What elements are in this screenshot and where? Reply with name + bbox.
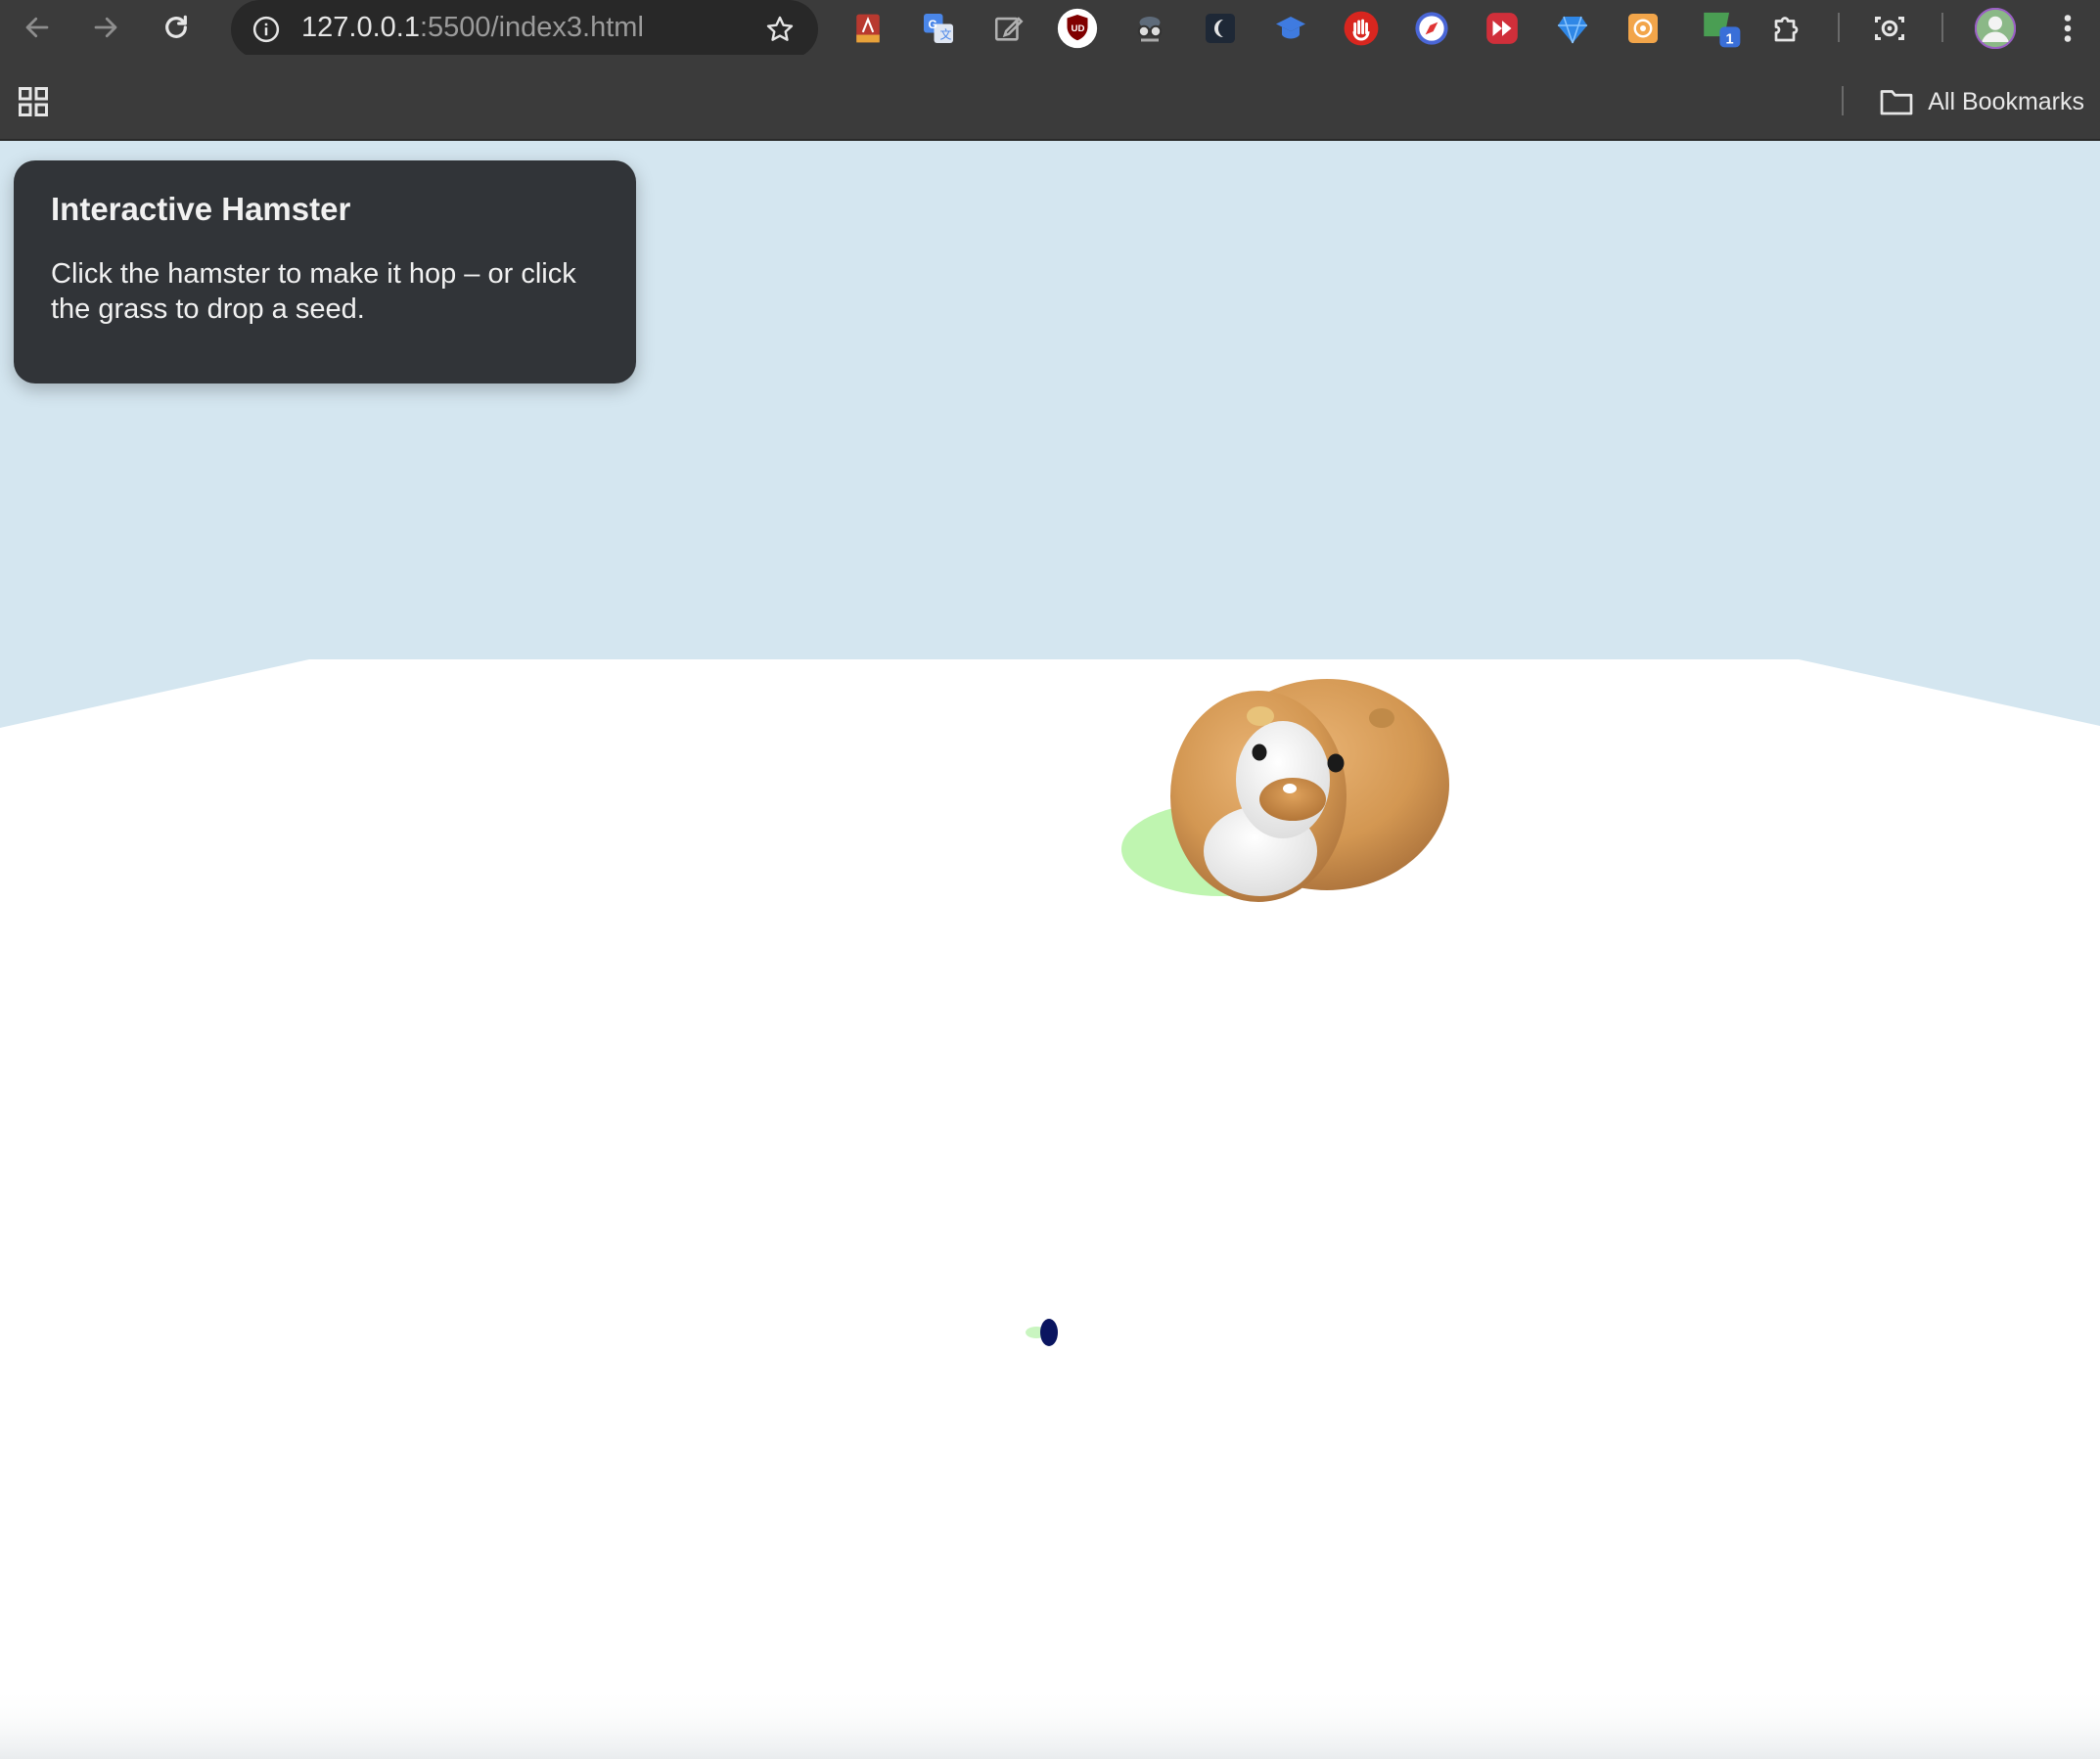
svg-text:UD: UD	[1072, 23, 1085, 34]
pdf-extension-icon[interactable]	[847, 8, 889, 49]
panel-title: Interactive Hamster	[51, 191, 351, 227]
grass-ground[interactable]	[0, 141, 2100, 1759]
back-button[interactable]	[16, 6, 59, 49]
bookmarks-divider	[1842, 86, 1844, 115]
info-icon[interactable]	[247, 10, 286, 49]
url-path: :5500/index3.html	[419, 12, 644, 43]
hamster-right-eye	[1327, 753, 1345, 773]
hamster-scene-canvas[interactable]: Interactive Hamster Click the hamster to…	[0, 141, 2100, 1759]
ublock-extension-icon[interactable]: UD	[1057, 8, 1098, 49]
hamster-right-ear	[1369, 708, 1394, 728]
folder-icon	[1880, 90, 1913, 115]
star-icon[interactable]	[759, 9, 800, 50]
spy-glasses-extension-icon[interactable]	[1129, 8, 1170, 49]
sheets-badge-extension-icon[interactable]: 1	[1701, 8, 1742, 49]
kebab-menu-icon[interactable]	[2047, 8, 2088, 49]
stop-hand-extension-icon[interactable]	[1341, 8, 1382, 49]
bookmarks-bar	[0, 55, 2100, 141]
address-bar[interactable]: 127.0.0.1:5500/index3.html	[231, 0, 818, 59]
arrow-right-icon	[94, 17, 117, 38]
seed[interactable]	[1018, 1311, 1067, 1354]
camera-icon[interactable]	[1869, 8, 1910, 49]
url-host: 127.0.0.1	[301, 12, 420, 43]
toolbar-divider	[1838, 13, 1840, 42]
all-bookmarks-button[interactable]: All Bookmarks	[1879, 82, 2084, 121]
svg-text:G: G	[929, 18, 937, 31]
dark-mode-extension-icon[interactable]	[1200, 8, 1241, 49]
diamond-extension-icon[interactable]	[1552, 8, 1593, 49]
panel-instructions: Click the hamster to make it hop – or cl…	[51, 258, 576, 325]
arrow-left-icon	[25, 17, 49, 38]
url-text[interactable]: 127.0.0.1:5500/index3.html	[301, 10, 644, 45]
fast-forward-extension-icon[interactable]	[1482, 8, 1523, 49]
forward-button[interactable]	[84, 6, 127, 49]
hamster-left-eye	[1252, 744, 1267, 761]
graduation-cap-extension-icon[interactable]	[1270, 8, 1311, 49]
avatar[interactable]	[1975, 8, 2016, 49]
apps-grid-icon[interactable]	[16, 84, 51, 119]
hamster-nose-highlight	[1283, 784, 1297, 793]
edit-extension-icon[interactable]	[988, 8, 1029, 49]
reload-icon	[165, 15, 187, 38]
toolbar-divider	[1941, 13, 1943, 42]
compass-extension-icon[interactable]	[1411, 8, 1452, 49]
all-bookmarks-label: All Bookmarks	[1928, 87, 2084, 115]
ground-bottom-shade	[0, 1687, 2100, 1759]
hamster[interactable]	[1112, 659, 1480, 914]
orange-square-extension-icon[interactable]	[1622, 8, 1664, 49]
translate-extension-icon[interactable]: G文	[918, 8, 959, 49]
svg-text:文: 文	[940, 27, 952, 42]
hamster-left-ear	[1247, 706, 1274, 726]
puzzle-icon[interactable]	[1767, 8, 1808, 49]
instructions-panel: Interactive Hamster Click the hamster to…	[14, 160, 636, 383]
browser-toolbar: 127.0.0.1:5500/index3.html G文 UD 1	[0, 0, 2100, 59]
reload-button[interactable]	[155, 6, 198, 49]
extension-badge-count: 1	[1726, 31, 1734, 47]
seed-body	[1040, 1319, 1058, 1346]
